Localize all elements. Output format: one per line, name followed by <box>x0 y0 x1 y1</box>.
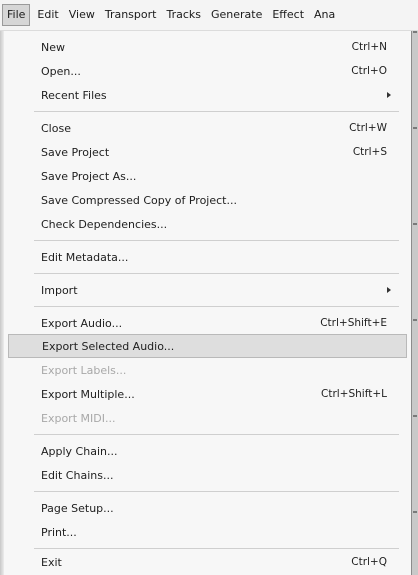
menu-item-label: Export MIDI... <box>41 411 116 425</box>
menu-item-export-audio[interactable]: Export Audio... Ctrl+Shift+E <box>34 311 399 335</box>
menu-item-shortcut: Ctrl+W <box>349 122 387 134</box>
menu-view[interactable]: View <box>64 4 100 26</box>
menu-item-shortcut: Ctrl+Shift+E <box>320 317 387 329</box>
menu-item-label: Save Compressed Copy of Project... <box>41 193 237 207</box>
chevron-right-icon <box>387 92 391 98</box>
menu-item-check-dependencies[interactable]: Check Dependencies... <box>34 212 399 236</box>
menu-item-save-project-as[interactable]: Save Project As... <box>34 164 399 188</box>
menu-item-edit-metadata[interactable]: Edit Metadata... <box>34 245 399 269</box>
file-menu-dropdown: New Ctrl+N Open... Ctrl+O Recent Files C… <box>0 31 412 575</box>
menu-item-label: Page Setup... <box>41 501 114 515</box>
menu-item-apply-chain[interactable]: Apply Chain... <box>34 439 399 463</box>
menu-item-label: Export Labels... <box>41 363 127 377</box>
menu-item-label: Print... <box>41 525 77 539</box>
menu-item-label: Apply Chain... <box>41 444 118 458</box>
menu-separator <box>34 491 399 492</box>
menu-item-label: New <box>41 40 65 54</box>
menu-item-shortcut: Ctrl+Q <box>351 556 387 568</box>
menu-item-export-labels[interactable]: Export Labels... <box>34 358 399 382</box>
menu-bar: File Edit View Transport Tracks Generate… <box>0 0 418 31</box>
menu-item-new[interactable]: New Ctrl+N <box>34 35 399 59</box>
menu-item-shortcut: Ctrl+S <box>352 146 387 158</box>
menu-item-import[interactable]: Import <box>34 278 399 302</box>
menu-generate[interactable]: Generate <box>206 4 267 26</box>
menu-item-label: Close <box>41 121 71 135</box>
menu-item-close[interactable]: Close Ctrl+W <box>34 116 399 140</box>
menu-separator <box>34 273 399 274</box>
menu-item-print[interactable]: Print... <box>34 520 399 544</box>
menu-item-edit-chains[interactable]: Edit Chains... <box>34 463 399 487</box>
menu-item-label: Edit Metadata... <box>41 250 129 264</box>
menu-item-shortcut: Ctrl+Shift+L <box>321 388 387 400</box>
menu-item-save-compressed-copy[interactable]: Save Compressed Copy of Project... <box>34 188 399 212</box>
menu-item-shortcut: Ctrl+O <box>351 65 387 77</box>
background-window-edge <box>412 31 418 575</box>
chevron-right-icon <box>387 287 391 293</box>
menu-item-label: Recent Files <box>41 88 107 102</box>
menu-separator <box>34 434 399 435</box>
menu-separator <box>34 548 399 549</box>
menu-item-shortcut: Ctrl+N <box>351 41 387 53</box>
menu-item-label: Import <box>41 283 78 297</box>
menu-item-label: Export Selected Audio... <box>42 339 175 353</box>
menu-item-save-project[interactable]: Save Project Ctrl+S <box>34 140 399 164</box>
menu-item-export-selected-audio[interactable]: Export Selected Audio... <box>8 334 407 358</box>
menu-transport[interactable]: Transport <box>100 4 162 26</box>
menu-analyze[interactable]: Ana <box>309 4 340 26</box>
menu-item-label: Save Project As... <box>41 169 137 183</box>
menu-item-label: Edit Chains... <box>41 468 114 482</box>
menu-item-open[interactable]: Open... Ctrl+O <box>34 59 399 83</box>
menu-effect[interactable]: Effect <box>267 4 309 26</box>
menu-item-export-multiple[interactable]: Export Multiple... Ctrl+Shift+L <box>34 382 399 406</box>
menu-item-label: Exit <box>41 555 62 569</box>
menu-item-exit[interactable]: Exit Ctrl+Q <box>34 550 399 574</box>
menu-gutter <box>0 31 4 575</box>
menu-item-label: Check Dependencies... <box>41 217 168 231</box>
menu-edit[interactable]: Edit <box>32 4 63 26</box>
menu-item-label: Open... <box>41 64 81 78</box>
menu-tracks[interactable]: Tracks <box>161 4 206 26</box>
menu-file[interactable]: File <box>2 4 31 26</box>
menu-item-label: Export Multiple... <box>41 387 135 401</box>
menu-item-export-midi[interactable]: Export MIDI... <box>34 406 399 430</box>
menu-item-page-setup[interactable]: Page Setup... <box>34 496 399 520</box>
menu-item-label: Save Project <box>41 145 110 159</box>
menu-item-label: Export Audio... <box>41 316 123 330</box>
menu-separator <box>34 111 399 112</box>
menu-item-recent-files[interactable]: Recent Files <box>34 83 399 107</box>
menu-separator <box>34 306 399 307</box>
menu-separator <box>34 240 399 241</box>
app-window: File Edit View Transport Tracks Generate… <box>0 0 418 575</box>
